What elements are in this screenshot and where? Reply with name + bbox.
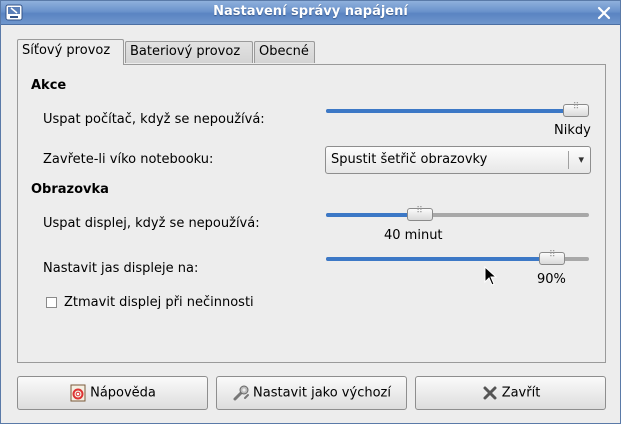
make-default-button[interactable]: Nastavit jako výchozí [216,376,407,410]
tab-ac-power[interactable]: Síťový provoz [17,39,124,65]
tab-general[interactable]: Obecné [254,41,315,63]
help-button-label: Nápověda [90,385,156,401]
help-icon [70,384,86,402]
combo-separator [568,151,569,169]
actions-heading: Akce [31,78,67,93]
lid-close-label: Zavřete-li víko notebooku: [43,152,214,167]
close-button[interactable]: Zavřít [415,376,606,410]
slider-fill [326,109,576,113]
display-heading: Obrazovka [31,182,109,197]
sleep-display-value: 40 minut [384,228,443,243]
chevron-down-icon: ▾ [578,153,584,166]
sleep-display-label: Uspat displej, když se nepoužívá: [43,216,260,231]
make-default-button-label: Nastavit jako výchozí [253,385,391,401]
slider-fill [326,213,420,217]
brightness-label: Nastavit jas displeje na: [43,261,199,276]
slider-knob[interactable] [563,102,589,117]
lid-close-selected: Spustit šetřič obrazovky [331,152,488,167]
dim-display-checkbox[interactable] [46,297,57,308]
slider-fill [326,257,553,261]
close-button-label: Zavřít [501,385,541,401]
window-title: Nastavení správy napájení [213,4,408,19]
lid-close-combo[interactable]: Spustit šetřič obrazovky ▾ [325,146,591,174]
sleep-computer-value: Nikdy [554,123,591,138]
brightness-value: 90% [537,272,566,287]
slider-knob[interactable] [539,250,566,265]
brightness-slider[interactable] [326,250,589,266]
sleep-computer-slider[interactable] [326,102,589,118]
title-bar[interactable]: Nastavení správy napájení [1,1,620,25]
sleep-computer-label: Uspat počítač, když se nepoužívá: [43,112,265,127]
mouse-pointer-icon [484,266,498,286]
dim-display-label[interactable]: Ztmavit displej při nečinnosti [64,295,254,310]
slider-knob[interactable] [406,206,433,221]
sleep-display-slider[interactable] [326,206,589,222]
tab-battery-power[interactable]: Bateriový provoz [125,41,253,63]
close-icon [483,386,497,400]
wrench-icon [233,385,250,401]
help-button[interactable]: Nápověda [17,376,208,410]
close-window-icon[interactable] [596,5,612,21]
power-management-window: Nastavení správy napájení Síťový provoz … [0,0,621,424]
